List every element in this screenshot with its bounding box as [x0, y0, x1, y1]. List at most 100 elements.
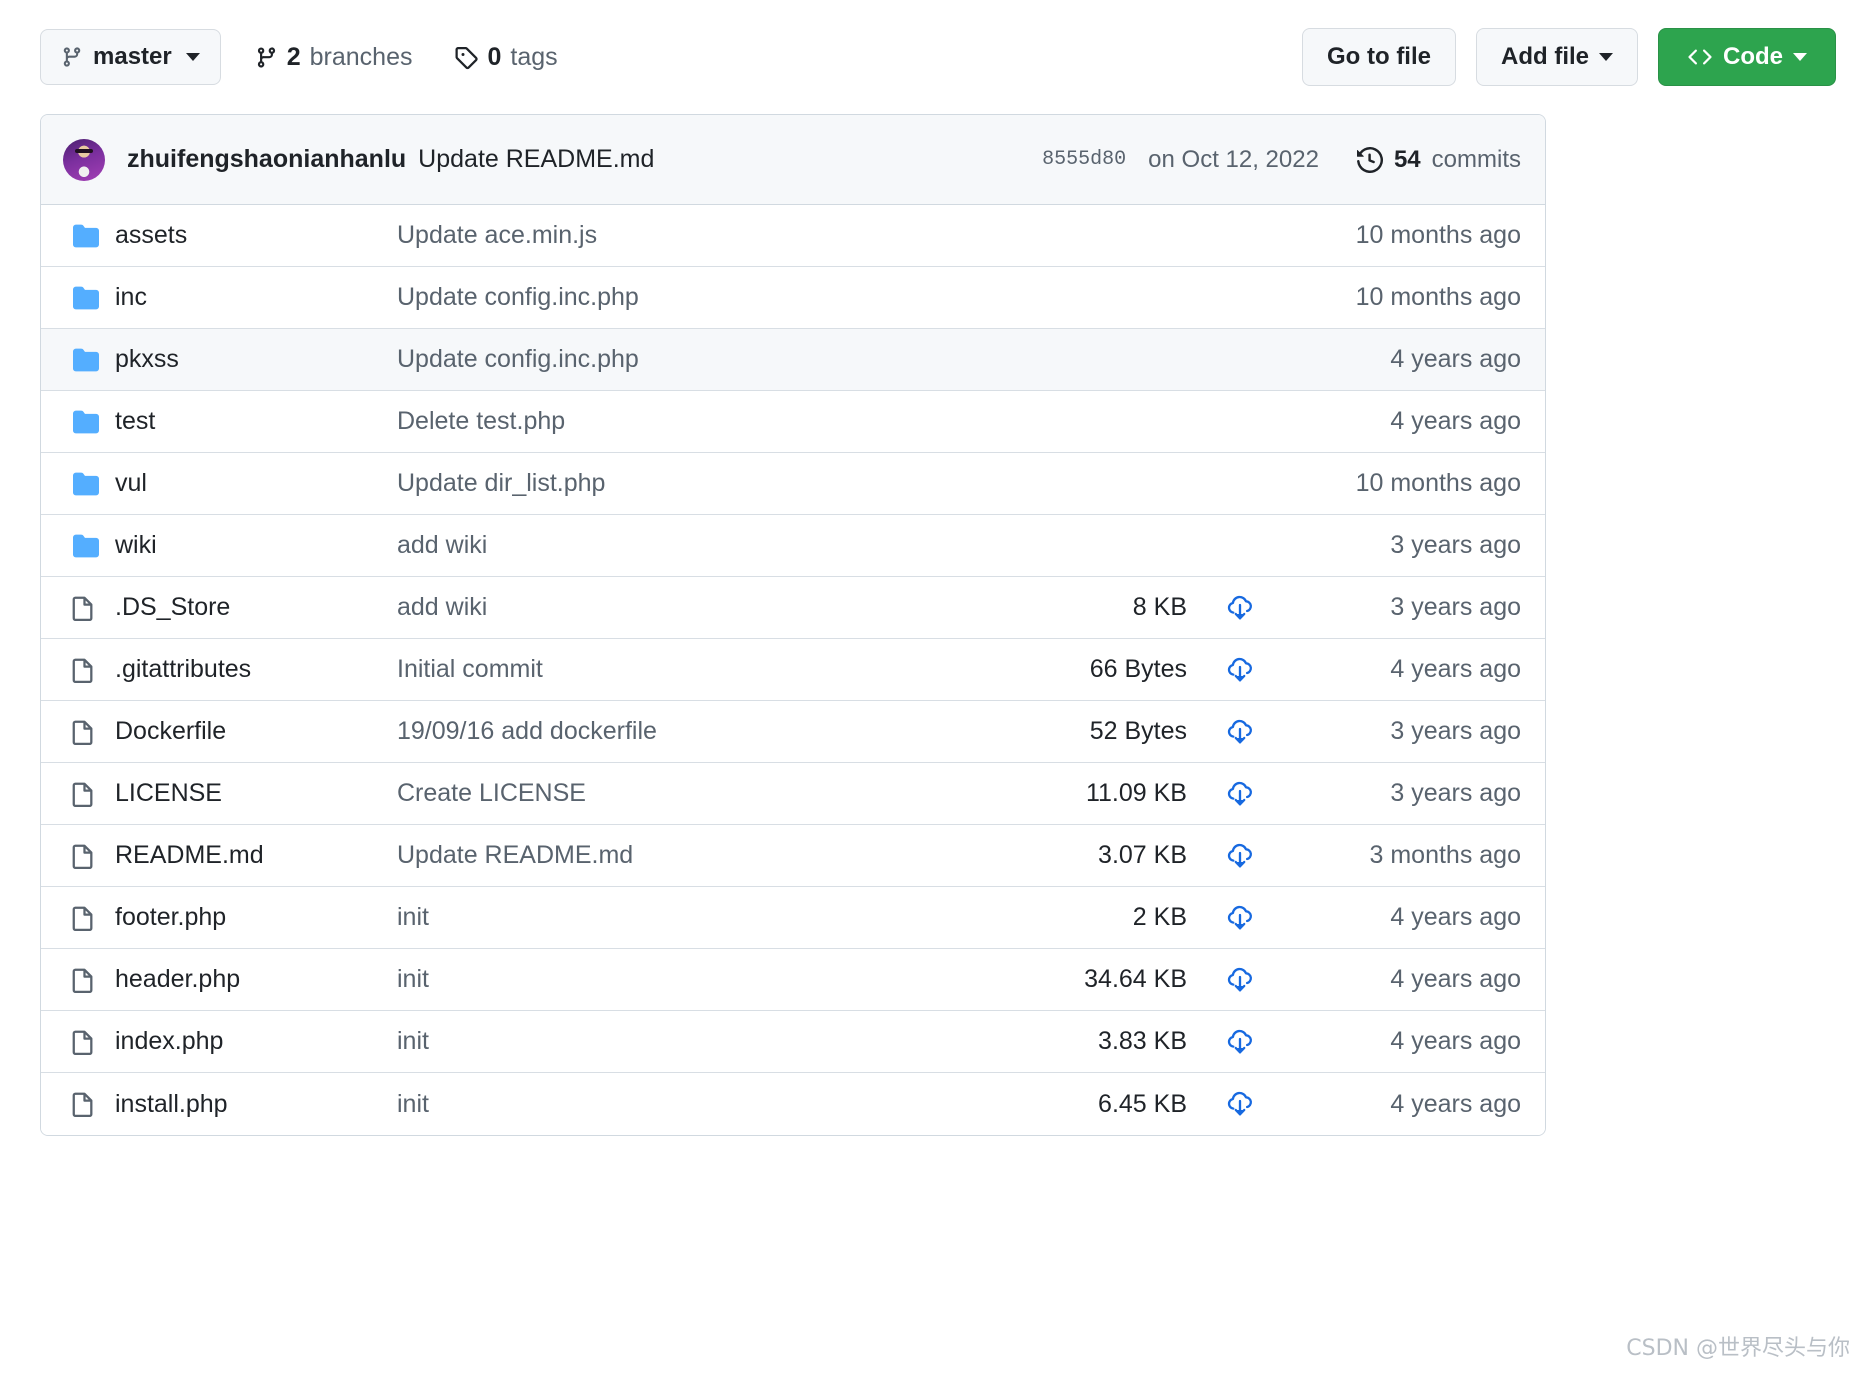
table-row[interactable]: .gitattributes Initial commit 66 Bytes 4 ye…: [41, 639, 1545, 701]
table-row[interactable]: vul Update dir_list.php 10 months ago: [41, 453, 1545, 515]
cloud-download-icon[interactable]: [1187, 903, 1293, 933]
branch-name-label: master: [93, 43, 172, 70]
latest-commit-bar: zhuifengshaonianhanlu Update README.md 8…: [41, 115, 1545, 205]
table-row[interactable]: assets Update ace.min.js 10 months ago: [41, 205, 1545, 267]
file-name-link[interactable]: vul: [115, 469, 397, 498]
file-name-link[interactable]: assets: [115, 221, 397, 250]
go-to-file-button[interactable]: Go to file: [1302, 28, 1456, 86]
branch-selector-button[interactable]: master: [40, 29, 221, 85]
branches-label: branches: [309, 42, 413, 71]
file-commit-message-link[interactable]: init: [397, 1090, 997, 1119]
file-commit-message-link[interactable]: Initial commit: [397, 655, 997, 684]
repo-toolbar: master 2 branches 0 tags Go to file Add …: [0, 0, 1876, 114]
cloud-download-icon[interactable]: [1187, 965, 1293, 995]
file-size: 52 Bytes: [1089, 717, 1187, 745]
file-commit-message-link[interactable]: add wiki: [397, 593, 997, 622]
code-label: Code: [1723, 43, 1783, 70]
file-age: 4 years ago: [1390, 407, 1521, 435]
table-row[interactable]: README.md Update README.md 3.07 KB 3 months…: [41, 825, 1545, 887]
file-age: 4 years ago: [1390, 1027, 1521, 1055]
file-icon: [71, 655, 115, 685]
commit-author-link[interactable]: zhuifengshaonianhanlu: [127, 145, 406, 174]
file-age: 4 years ago: [1390, 345, 1521, 373]
file-name-link[interactable]: header.php: [115, 965, 397, 994]
file-commit-message-link[interactable]: init: [397, 903, 997, 932]
file-commit-message-link[interactable]: Update dir_list.php: [397, 469, 997, 498]
file-commit-message-link[interactable]: init: [397, 1027, 997, 1056]
file-name-link[interactable]: README.md: [115, 841, 397, 870]
commits-label: commits: [1431, 145, 1521, 173]
file-age: 4 years ago: [1390, 655, 1521, 683]
add-file-label: Add file: [1501, 43, 1589, 70]
file-name-link[interactable]: footer.php: [115, 903, 397, 932]
table-row[interactable]: LICENSE Create LICENSE 11.09 KB 3 years ago: [41, 763, 1545, 825]
table-row[interactable]: pkxss Update config.inc.php 4 years ago: [41, 329, 1545, 391]
folder-icon: [71, 471, 115, 497]
file-age: 4 years ago: [1390, 965, 1521, 993]
code-button[interactable]: Code: [1658, 28, 1836, 86]
file-icon: [71, 1089, 115, 1119]
cloud-download-icon[interactable]: [1187, 655, 1293, 685]
table-row[interactable]: install.php init 6.45 KB 4 years ago: [41, 1073, 1545, 1135]
cloud-download-icon[interactable]: [1187, 1089, 1293, 1119]
tags-label: tags: [510, 42, 558, 71]
file-age: 10 months ago: [1355, 283, 1521, 311]
file-age: 3 years ago: [1390, 779, 1521, 807]
branches-link[interactable]: 2 branches: [255, 42, 413, 72]
commit-history-link[interactable]: 54 commits: [1356, 145, 1521, 174]
folder-icon: [71, 409, 115, 435]
folder-icon: [71, 533, 115, 559]
table-row[interactable]: wiki add wiki 3 years ago: [41, 515, 1545, 577]
watermark: CSDN @世界尽头与你: [1626, 1336, 1850, 1361]
file-name-link[interactable]: test: [115, 407, 397, 436]
file-name-link[interactable]: wiki: [115, 531, 397, 560]
cloud-download-icon[interactable]: [1187, 779, 1293, 809]
code-brackets-icon: [1687, 45, 1713, 69]
cloud-download-icon[interactable]: [1187, 717, 1293, 747]
commit-meta: 8555d80 on Oct 12, 2022 54 commits: [1042, 146, 1521, 174]
file-commit-message-link[interactable]: Delete test.php: [397, 407, 997, 436]
table-row[interactable]: test Delete test.php 4 years ago: [41, 391, 1545, 453]
table-row[interactable]: Dockerfile 19/09/16 add dockerfile 52 Byte…: [41, 701, 1545, 763]
file-commit-message-link[interactable]: Update config.inc.php: [397, 345, 997, 374]
file-name-link[interactable]: index.php: [115, 1027, 397, 1056]
cloud-download-icon[interactable]: [1187, 593, 1293, 623]
tags-link[interactable]: 0 tags: [454, 42, 558, 72]
file-name-link[interactable]: pkxss: [115, 345, 397, 374]
file-commit-message-link[interactable]: 19/09/16 add dockerfile: [397, 717, 997, 746]
add-file-button[interactable]: Add file: [1476, 28, 1638, 86]
file-icon: [71, 903, 115, 933]
cloud-download-icon[interactable]: [1187, 841, 1293, 871]
file-commit-message-link[interactable]: add wiki: [397, 531, 997, 560]
file-icon: [71, 965, 115, 995]
table-row[interactable]: header.php init 34.64 KB 4 years ago: [41, 949, 1545, 1011]
file-size: 3.07 KB: [1098, 841, 1187, 869]
file-name-link[interactable]: .DS_Store: [115, 593, 397, 622]
table-row[interactable]: inc Update config.inc.php 10 months ago: [41, 267, 1545, 329]
commit-message-link[interactable]: Update README.md: [418, 145, 654, 174]
file-commit-message-link[interactable]: Create LICENSE: [397, 779, 997, 808]
file-name-link[interactable]: LICENSE: [115, 779, 397, 808]
file-commit-message-link[interactable]: Update ace.min.js: [397, 221, 997, 250]
file-name-link[interactable]: install.php: [115, 1090, 397, 1119]
file-name-link[interactable]: inc: [115, 283, 397, 312]
file-commit-message-link[interactable]: init: [397, 965, 997, 994]
file-icon: [71, 779, 115, 809]
file-age: 10 months ago: [1355, 469, 1521, 497]
cloud-download-icon[interactable]: [1187, 1027, 1293, 1057]
file-commit-message-link[interactable]: Update config.inc.php: [397, 283, 997, 312]
commits-count: 54: [1393, 145, 1421, 173]
table-row[interactable]: index.php init 3.83 KB 4 years ago: [41, 1011, 1545, 1073]
file-size: 2 KB: [1132, 903, 1187, 931]
file-commit-message-link[interactable]: Update README.md: [397, 841, 997, 870]
file-size: 34.64 KB: [1084, 965, 1187, 993]
commit-sha-link[interactable]: 8555d80: [1042, 148, 1126, 171]
table-row[interactable]: footer.php init 2 KB 4 years ago: [41, 887, 1545, 949]
file-age: 3 years ago: [1390, 593, 1521, 621]
file-size: 3.83 KB: [1098, 1027, 1187, 1055]
avatar[interactable]: [63, 138, 105, 181]
table-row[interactable]: .DS_Store add wiki 8 KB 3 years ago: [41, 577, 1545, 639]
file-name-link[interactable]: .gitattributes: [115, 655, 397, 684]
file-size: 11.09 KB: [1085, 779, 1187, 807]
file-name-link[interactable]: Dockerfile: [115, 717, 397, 746]
